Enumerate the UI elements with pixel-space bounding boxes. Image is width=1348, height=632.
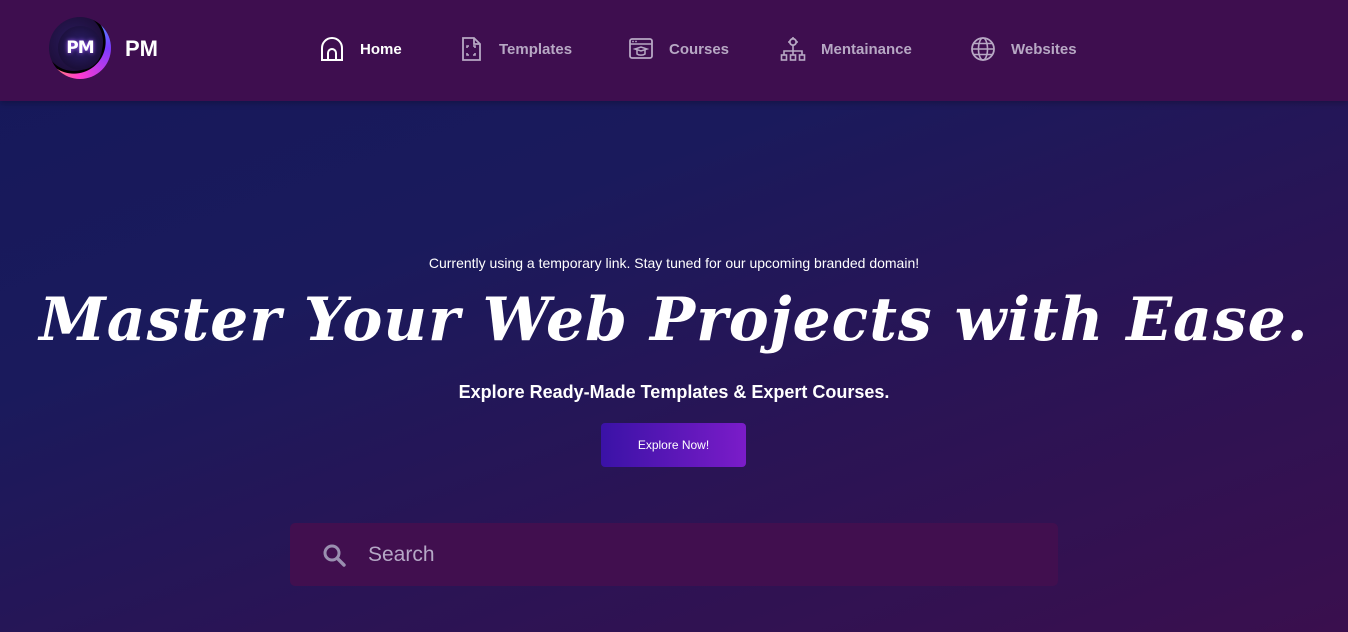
nav-label: Home: [360, 40, 402, 58]
nav-label: Websites: [1011, 40, 1077, 58]
nav-label: Templates: [499, 40, 573, 58]
nav-label: Mentainance: [821, 40, 912, 58]
template-file-icon: [462, 37, 481, 61]
nav-item-courses[interactable]: Courses: [628, 34, 729, 64]
nav-label: Courses: [669, 40, 730, 58]
hero-subheadline: Explore Ready-Made Templates & Expert Co…: [458, 382, 890, 402]
temporary-link-notice: Currently using a temporary link. Stay t…: [428, 255, 920, 271]
course-browser-icon: [629, 38, 653, 59]
home-icon: [321, 37, 343, 61]
globe-icon: [971, 37, 995, 61]
search-icon[interactable]: [322, 543, 346, 567]
nav-item-home[interactable]: Home: [319, 34, 402, 64]
maintenance-network-icon: [780, 37, 806, 61]
nav-item-templates[interactable]: Templates: [458, 34, 572, 64]
explore-now-button[interactable]: Explore Now!: [601, 423, 746, 467]
search-bar[interactable]: [290, 523, 1058, 586]
search-input[interactable]: [368, 523, 1038, 586]
top-navbar: PM PM Home Templates Courses Mentainance…: [0, 0, 1348, 101]
logo-monogram: PM: [58, 26, 102, 70]
brand-logo[interactable]: PM: [49, 17, 111, 79]
nav-item-websites[interactable]: Websites: [970, 34, 1077, 64]
hero-headline: Master Your Web Projects with Ease.: [39, 285, 1309, 355]
brand-name[interactable]: PM: [125, 36, 158, 62]
nav-item-maintenance[interactable]: Mentainance: [780, 34, 912, 64]
